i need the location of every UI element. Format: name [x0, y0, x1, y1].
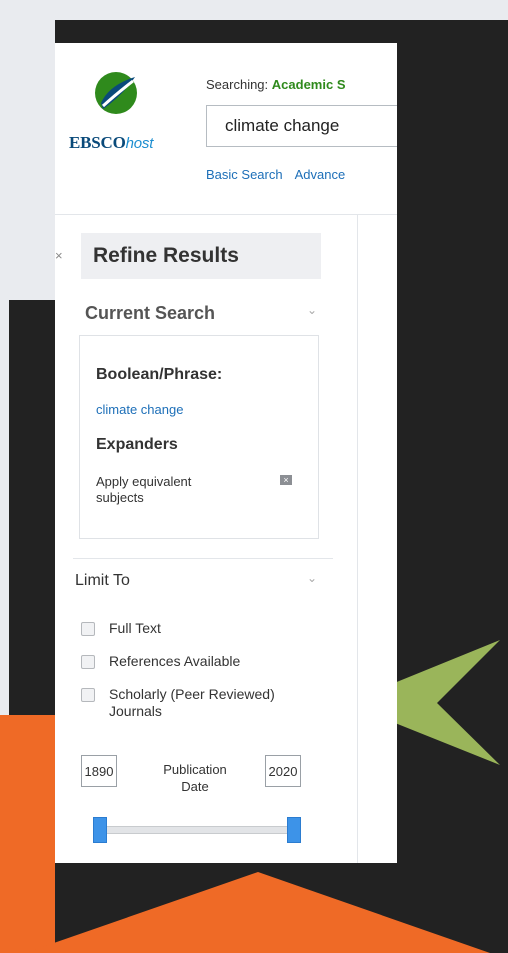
search-header: EBSCOhost Searching: Academic S Basic Se…: [55, 43, 397, 215]
searching-line: Searching: Academic S: [206, 77, 345, 92]
brand-name: EBSCO: [69, 133, 126, 152]
current-search-box: Boolean/Phrase: climate change Expanders…: [79, 335, 319, 539]
boolean-phrase-label: Boolean/Phrase:: [96, 366, 223, 383]
ebsco-logo-text: EBSCOhost: [69, 133, 153, 153]
header-divider: [55, 214, 397, 215]
brand-suffix: host: [125, 135, 154, 152]
date-slider-handle-end[interactable]: [287, 817, 301, 843]
limit-to-heading[interactable]: Limit To: [75, 572, 130, 590]
boolean-phrase-link[interactable]: climate change: [96, 402, 183, 417]
journals-label: Journals: [109, 703, 162, 719]
references-available-label: References Available: [109, 653, 241, 669]
background-light-left: [0, 0, 55, 300]
searching-label: Searching:: [206, 77, 269, 92]
checkbox-references-available[interactable]: [81, 655, 95, 669]
search-input[interactable]: [206, 105, 397, 147]
remove-expander-icon[interactable]: ×: [280, 475, 292, 485]
refine-results-heading: Refine Results: [81, 233, 321, 279]
ebsco-logo-icon: [95, 72, 137, 114]
checkbox-full-text[interactable]: [81, 622, 95, 636]
advanced-search-link[interactable]: Advance: [295, 167, 346, 182]
checkbox-scholarly-journals[interactable]: [81, 688, 95, 702]
date-to-input[interactable]: [265, 755, 301, 787]
section-separator: [73, 558, 333, 559]
ebsco-screenshot-panel: EBSCOhost Searching: Academic S Basic Se…: [55, 43, 397, 863]
background-light-strip: [0, 0, 508, 20]
date-slider-track[interactable]: [99, 826, 295, 834]
publication-label-line1: Publication: [163, 762, 227, 777]
expander-item: Apply equivalent subjects: [96, 474, 192, 505]
publication-date-label: Publication Date: [145, 761, 245, 795]
search-mode-links: Basic Search Advance: [206, 167, 357, 182]
background-orange-chevron: [25, 872, 490, 953]
date-from-input[interactable]: [81, 755, 117, 787]
chevron-down-icon[interactable]: ⌄: [307, 571, 317, 585]
date-slider-handle-start[interactable]: [93, 817, 107, 843]
database-name[interactable]: Academic S: [272, 77, 346, 92]
current-search-heading[interactable]: Current Search: [85, 303, 215, 324]
publication-label-line2: Date: [181, 779, 209, 794]
expanders-label: Expanders: [96, 436, 178, 453]
basic-search-link[interactable]: Basic Search: [206, 167, 283, 182]
collapse-sidebar-icon[interactable]: ×: [55, 248, 63, 263]
chevron-down-icon[interactable]: ⌄: [307, 303, 317, 317]
full-text-label: Full Text: [109, 620, 161, 636]
scholarly-label: Scholarly (Peer Reviewed): [109, 686, 275, 702]
sidebar-divider: [357, 215, 358, 863]
